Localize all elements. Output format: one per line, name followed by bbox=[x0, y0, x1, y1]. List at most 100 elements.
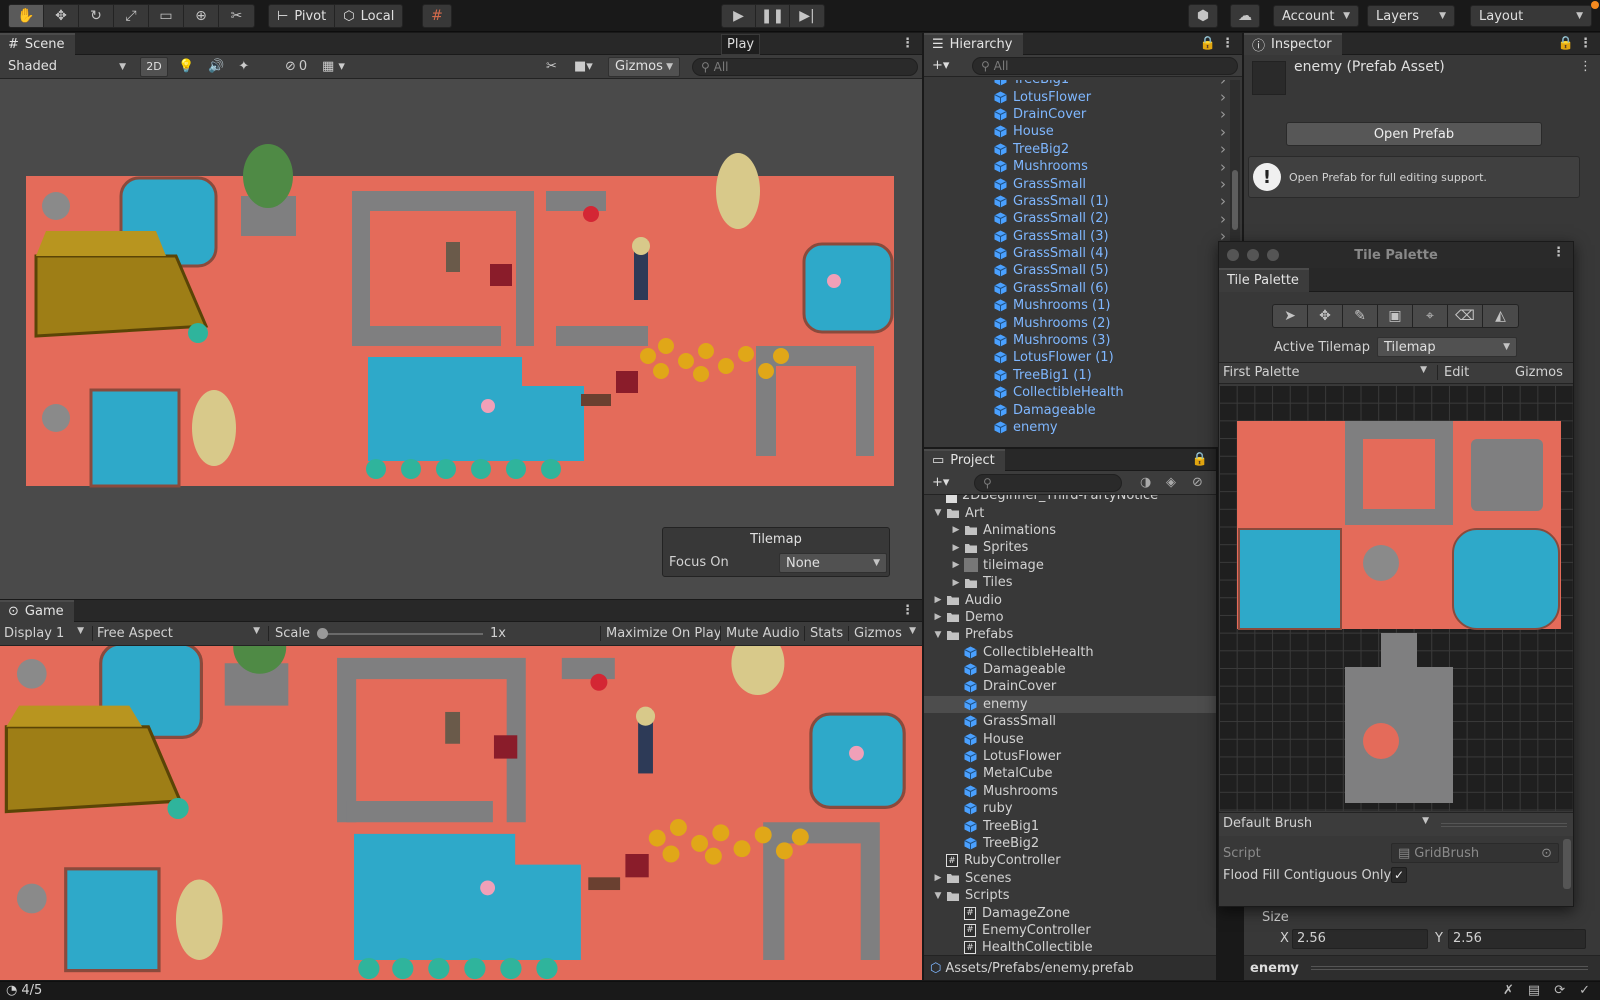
project-item[interactable]: # RubyController bbox=[924, 852, 1216, 869]
size-y-field[interactable]: 2.56 bbox=[1448, 929, 1586, 949]
expand-arrow-icon[interactable]: ▼ bbox=[930, 891, 946, 901]
hierarchy-item[interactable]: LotusFlower › bbox=[924, 88, 1230, 106]
pivot-button[interactable]: ⊢ Pivot bbox=[269, 5, 334, 27]
chevron-right-icon[interactable]: › bbox=[1220, 158, 1226, 176]
tab-tile-palette[interactable]: Tile Palette bbox=[1219, 267, 1309, 292]
label-icon[interactable]: ◈ bbox=[1166, 475, 1176, 490]
lock-icon[interactable]: 🔒 bbox=[1558, 36, 1574, 51]
brush-splitter[interactable] bbox=[1441, 823, 1567, 827]
rect-tool-icon[interactable]: ▭ bbox=[149, 5, 184, 27]
project-item[interactable]: DrainCover bbox=[924, 678, 1216, 695]
hidden-objects-toggle[interactable]: ⊘ 0 bbox=[285, 59, 307, 74]
open-prefab-button[interactable]: Open Prefab bbox=[1286, 122, 1542, 146]
display-dropdown[interactable]: Display 1 ▼ bbox=[4, 626, 88, 641]
grid-snap-button[interactable]: # bbox=[422, 4, 452, 28]
project-item[interactable]: TreeBig2 bbox=[924, 835, 1216, 852]
active-tilemap-dropdown[interactable]: Tilemap ▼ bbox=[1377, 337, 1517, 357]
hierarchy-item[interactable]: CollectibleHealth› bbox=[924, 384, 1230, 402]
pause-button[interactable]: ❚❚ bbox=[756, 5, 790, 27]
hand-tool-icon[interactable]: ✋ bbox=[9, 5, 44, 27]
maximize-on-play-toggle[interactable]: Maximize On Play bbox=[600, 626, 721, 641]
project-item[interactable]: TreeBig1 bbox=[924, 817, 1216, 834]
tab-project[interactable]: ▭ Project bbox=[924, 448, 1005, 471]
project-item[interactable]: # EnemyController bbox=[924, 922, 1216, 939]
kebab-menu-icon[interactable]: ⋮ bbox=[1552, 245, 1565, 260]
palette-edit-button[interactable]: Edit bbox=[1437, 365, 1469, 380]
hierarchy-item[interactable]: DrainCover › bbox=[924, 105, 1230, 123]
expand-arrow-icon[interactable]: ▶ bbox=[930, 595, 946, 605]
transform-tool-icon[interactable]: ⊕ bbox=[184, 5, 219, 27]
add-icon[interactable]: +▾ bbox=[932, 475, 949, 490]
hierarchy-item[interactable]: TreeBig1› bbox=[924, 80, 1230, 89]
lock-icon[interactable]: 🔒 bbox=[1200, 36, 1216, 51]
move-tool-icon[interactable]: ✥ bbox=[1308, 305, 1343, 327]
tab-inspector[interactable]: ⓘ Inspector bbox=[1244, 32, 1342, 55]
chevron-right-icon[interactable]: › bbox=[1220, 175, 1226, 193]
hierarchy-item[interactable]: TreeBig2 › bbox=[924, 140, 1230, 158]
expand-arrow-icon[interactable]: ▶ bbox=[948, 578, 964, 588]
hierarchy-search-input[interactable]: ⚲ All bbox=[972, 56, 1238, 75]
chevron-right-icon[interactable]: › bbox=[1220, 105, 1226, 123]
move-tool-icon[interactable]: ✥ bbox=[44, 5, 79, 27]
palette-scrollbar[interactable] bbox=[1563, 839, 1571, 889]
lighting-icon[interactable]: 💡 bbox=[178, 59, 194, 74]
palette-grid[interactable] bbox=[1219, 385, 1573, 811]
scale-slider-handle[interactable] bbox=[317, 628, 328, 639]
project-search-input[interactable]: ⚲ bbox=[974, 473, 1122, 492]
preview-drag-handle[interactable] bbox=[1310, 966, 1588, 970]
expand-arrow-icon[interactable]: ▶ bbox=[930, 873, 946, 883]
cloud-button[interactable]: ☁ bbox=[1230, 4, 1260, 28]
rotate-tool-icon[interactable]: ↻ bbox=[79, 5, 114, 27]
expand-arrow-icon[interactable]: ▼ bbox=[930, 508, 946, 518]
collab-button[interactable]: ⬢ bbox=[1188, 4, 1218, 28]
focus-on-dropdown[interactable]: None ▼ bbox=[779, 553, 887, 573]
scene-search-input[interactable]: ⚲ All bbox=[692, 57, 918, 76]
fill-bucket-icon[interactable]: ◭ bbox=[1483, 305, 1518, 327]
hierarchy-item[interactable]: GrassSmall (2) › bbox=[924, 210, 1230, 228]
project-item[interactable]: Damageable bbox=[924, 661, 1216, 678]
project-item[interactable]: MetalCube bbox=[924, 765, 1216, 782]
hierarchy-item[interactable]: GrassSmall (4)› bbox=[924, 245, 1230, 263]
expand-arrow-icon[interactable]: ▶ bbox=[948, 560, 964, 570]
project-item[interactable]: ▼ Art bbox=[924, 504, 1216, 521]
eraser-icon[interactable]: ⌫ bbox=[1448, 305, 1483, 327]
stats-toggle[interactable]: Stats bbox=[804, 626, 843, 641]
hierarchy-item[interactable]: GrassSmall (3) › bbox=[924, 227, 1230, 245]
maximize-window-icon[interactable] bbox=[1267, 249, 1279, 261]
custom-tool-icon[interactable]: ✂ bbox=[219, 5, 254, 27]
hierarchy-item[interactable]: Mushrooms (3)› bbox=[924, 332, 1230, 350]
kebab-menu-icon[interactable]: ⋮ bbox=[901, 36, 914, 51]
shading-mode-dropdown[interactable]: Shaded ▼ bbox=[2, 56, 132, 77]
debug-off-icon[interactable]: ✗ bbox=[1503, 983, 1514, 998]
kebab-menu-icon[interactable]: ⋮ bbox=[1221, 36, 1234, 51]
aspect-dropdown[interactable]: Free Aspect ▼ bbox=[92, 626, 264, 641]
tab-game[interactable]: ⊙ Game bbox=[0, 599, 74, 622]
scrollbar-thumb[interactable] bbox=[1232, 170, 1238, 230]
minimize-window-icon[interactable] bbox=[1247, 249, 1259, 261]
tab-scene[interactable]: # Scene bbox=[0, 32, 75, 55]
grid-icon[interactable]: ▦ ▾ bbox=[322, 59, 345, 74]
project-item[interactable]: ▶ tileimage bbox=[924, 557, 1216, 574]
expand-arrow-icon[interactable]: ▶ bbox=[930, 612, 946, 622]
flood-fill-checkbox[interactable]: ✓ bbox=[1391, 867, 1407, 883]
project-item[interactable]: LotusFlower bbox=[924, 748, 1216, 765]
hierarchy-item[interactable]: LotusFlower (1)› bbox=[924, 349, 1230, 367]
project-item[interactable]: enemy bbox=[924, 695, 1216, 714]
project-item[interactable]: House bbox=[924, 730, 1216, 747]
hierarchy-item[interactable]: Damageable› bbox=[924, 401, 1230, 419]
project-item[interactable]: ▶ Demo bbox=[924, 609, 1216, 626]
camera-icon[interactable]: ■▾ bbox=[574, 59, 593, 74]
project-item[interactable]: GrassSmall bbox=[924, 713, 1216, 730]
tab-hierarchy[interactable]: ☰ Hierarchy bbox=[924, 32, 1023, 55]
scene-viewport[interactable]: Tilemap Focus On None ▼ bbox=[0, 79, 922, 599]
kebab-menu-icon[interactable]: ⋮ bbox=[1579, 59, 1592, 74]
check-icon[interactable]: ✓ bbox=[1579, 983, 1590, 998]
project-item[interactable]: ▼ Scripts bbox=[924, 887, 1216, 904]
mute-audio-toggle[interactable]: Mute Audio bbox=[720, 626, 800, 641]
scene-gizmos-dropdown[interactable]: Gizmos ▼ bbox=[608, 56, 680, 77]
close-window-icon[interactable] bbox=[1227, 249, 1239, 261]
scale-slider-track[interactable] bbox=[318, 633, 483, 635]
layout-dropdown[interactable]: Layout ▼ bbox=[1470, 5, 1592, 27]
hierarchy-item[interactable]: GrassSmall (6)› bbox=[924, 279, 1230, 297]
hierarchy-item[interactable]: enemy› bbox=[924, 419, 1230, 437]
